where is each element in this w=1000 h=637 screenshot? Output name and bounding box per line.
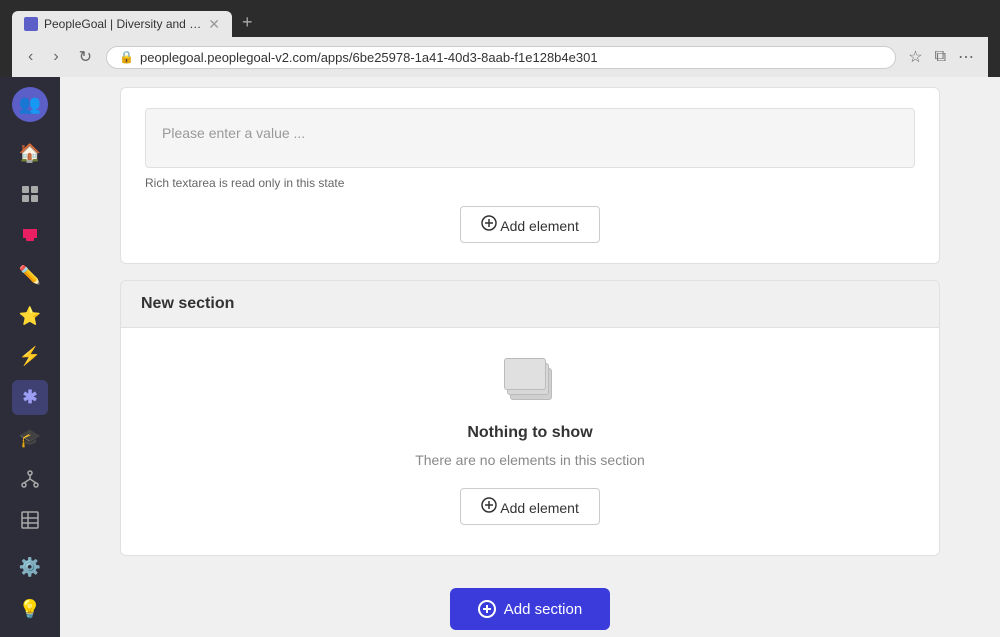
textarea-container: Please enter a value ... bbox=[145, 108, 915, 168]
browser-toolbar: ‹ › ↻ 🔒 peoplegoal.peoplegoal-v2.com/app… bbox=[12, 37, 988, 77]
sidebar-item-table[interactable] bbox=[12, 502, 48, 537]
section-title: New section bbox=[141, 295, 234, 312]
content-area: Please enter a value ... Rich textarea i… bbox=[60, 77, 1000, 637]
main-content: Please enter a value ... Rich textarea i… bbox=[60, 77, 1000, 637]
sidebar-item-asterisk[interactable]: ✱ bbox=[12, 380, 48, 415]
extensions-button[interactable]: ⧉ bbox=[931, 43, 950, 71]
tab-favicon bbox=[24, 17, 38, 31]
add-section-button[interactable]: Add section bbox=[450, 588, 610, 630]
textarea-placeholder: Please enter a value ... bbox=[162, 125, 305, 141]
plus-circle-icon-add-section bbox=[478, 600, 496, 618]
sidebar-item-settings[interactable]: ⚙️ bbox=[12, 549, 48, 585]
app-container: 👥 🏠 ✏️ ⭐ ⚡ ✱ 🎓 ⚙️ 💡 bbox=[0, 77, 1000, 637]
tab-title: PeopleGoal | Diversity and Incl bbox=[44, 17, 202, 31]
section-header: New section bbox=[121, 281, 939, 328]
empty-state: Nothing to show There are no elements in… bbox=[415, 358, 645, 468]
empty-state-icon bbox=[502, 358, 558, 406]
plus-circle-icon bbox=[481, 215, 497, 231]
sidebar-item-help[interactable]: 💡 bbox=[12, 591, 48, 627]
active-tab[interactable]: PeopleGoal | Diversity and Incl ✕ bbox=[12, 11, 232, 37]
lock-icon: 🔒 bbox=[119, 50, 134, 64]
sidebar-item-bolt[interactable]: ⚡ bbox=[12, 339, 48, 374]
sidebar-item-edit[interactable]: ✏️ bbox=[12, 258, 48, 293]
add-section-container: Add section bbox=[120, 572, 940, 630]
plus-circle-icon-section bbox=[481, 497, 497, 513]
menu-button[interactable]: ⋯ bbox=[954, 43, 978, 71]
new-tab-button[interactable]: + bbox=[234, 8, 261, 37]
address-bar[interactable]: 🔒 peoplegoal.peoplegoal-v2.com/apps/6be2… bbox=[106, 46, 896, 69]
url-text: peoplegoal.peoplegoal-v2.com/apps/6be259… bbox=[140, 50, 883, 65]
sidebar-item-grid[interactable] bbox=[12, 176, 48, 211]
reload-button[interactable]: ↻ bbox=[73, 45, 98, 69]
sidebar-item-home[interactable]: 🏠 bbox=[12, 136, 48, 171]
forward-button[interactable]: › bbox=[47, 46, 64, 68]
sidebar-item-inbox[interactable] bbox=[12, 217, 48, 252]
section-body: Nothing to show There are no elements in… bbox=[121, 328, 939, 555]
sidebar-item-hierarchy[interactable] bbox=[12, 462, 48, 497]
readonly-note: Rich textarea is read only in this state bbox=[145, 176, 915, 190]
avatar[interactable]: 👥 bbox=[12, 87, 48, 122]
textarea-card: Please enter a value ... Rich textarea i… bbox=[120, 87, 940, 264]
tab-close-button[interactable]: ✕ bbox=[208, 17, 220, 31]
back-button[interactable]: ‹ bbox=[22, 46, 39, 68]
add-element-button-section[interactable]: Add element bbox=[460, 488, 600, 525]
nothing-to-show-text: Nothing to show bbox=[467, 424, 592, 442]
browser-chrome: PeopleGoal | Diversity and Incl ✕ + ‹ › … bbox=[0, 0, 1000, 77]
avatar-icon: 👥 bbox=[19, 94, 41, 115]
new-section-card: New section Nothing to show There are no… bbox=[120, 280, 940, 556]
sidebar: 👥 🏠 ✏️ ⭐ ⚡ ✱ 🎓 ⚙️ 💡 bbox=[0, 77, 60, 637]
no-elements-text: There are no elements in this section bbox=[415, 452, 645, 468]
add-element-button-top[interactable]: Add element bbox=[460, 206, 600, 243]
bookmark-button[interactable]: ☆ bbox=[904, 43, 926, 71]
sidebar-item-graduation[interactable]: 🎓 bbox=[12, 421, 48, 456]
sidebar-item-star[interactable]: ⭐ bbox=[12, 299, 48, 334]
